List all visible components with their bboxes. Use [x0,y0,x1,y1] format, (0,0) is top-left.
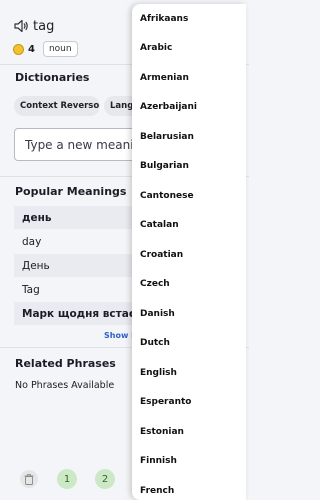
language-option-azerbaijani[interactable]: Azerbaijani [132,93,246,123]
language-option-bulgarian[interactable]: Bulgarian [132,152,246,182]
language-option-estonian[interactable]: Estonian [132,417,246,447]
coin-icon [13,43,24,55]
trash-button[interactable] [20,470,38,488]
language-option-croatian[interactable]: Croatian [132,240,246,270]
language-option-french[interactable]: French [132,476,246,500]
dictionary-chip-context-reverso[interactable]: Context Reverso [14,96,100,116]
no-phrases-text: No Phrases Available [15,380,115,391]
word-meta: 4 noun [13,40,78,58]
meaning-item[interactable]: Tag [14,278,134,301]
language-option-catalan[interactable]: Catalan [132,211,246,241]
related-phrases-title: Related Phrases [15,357,116,370]
word-row: tag [13,15,78,37]
speaker-icon[interactable] [13,18,29,34]
trash-icon [24,473,34,485]
page-button-1[interactable]: 1 [57,469,77,489]
coin-count: 4 [28,43,35,55]
language-option-esperanto[interactable]: Esperanto [132,388,246,418]
language-option-afrikaans[interactable]: Afrikaans [132,4,246,34]
language-option-belarusian[interactable]: Belarusian [132,122,246,152]
meaning-item[interactable]: day [14,230,134,253]
popular-meanings-title: Popular Meanings [15,185,127,198]
language-option-danish[interactable]: Danish [132,299,246,329]
dictionary-chip-label: Context Reverso [20,101,100,111]
language-option-czech[interactable]: Czech [132,270,246,300]
meaning-item[interactable]: Марк щодня встає [14,302,134,325]
language-dropdown[interactable]: Afrikaans Arabic Armenian Azerbaijani Be… [132,4,246,500]
language-option-english[interactable]: English [132,358,246,388]
language-option-finnish[interactable]: Finnish [132,447,246,477]
page-button-2[interactable]: 2 [95,469,115,489]
language-option-dutch[interactable]: Dutch [132,329,246,359]
dictionaries-title: Dictionaries [15,71,90,84]
headword: tag [33,18,55,34]
meaning-item[interactable]: День [14,254,134,277]
language-option-armenian[interactable]: Armenian [132,63,246,93]
word-header: tag 4 noun [13,15,78,58]
language-option-arabic[interactable]: Arabic [132,34,246,64]
part-of-speech-badge: noun [42,41,78,57]
meaning-item[interactable]: день [14,206,134,229]
language-option-cantonese[interactable]: Cantonese [132,181,246,211]
